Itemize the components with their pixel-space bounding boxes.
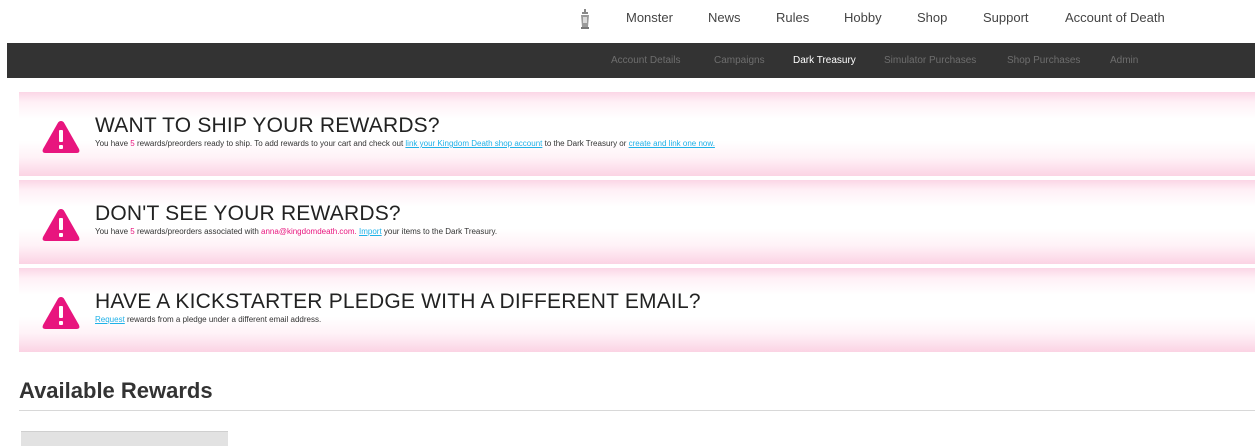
subnav-simulator-purchases[interactable]: Simulator Purchases: [884, 55, 976, 66]
warning-icon: [42, 121, 80, 153]
lantern-logo-icon[interactable]: [580, 9, 590, 29]
banner-message: You have 5 rewards/preorders associated …: [95, 227, 497, 236]
message-text: your items to the Dark Treasury.: [381, 227, 498, 236]
subnav-admin[interactable]: Admin: [1110, 55, 1138, 66]
subnav-dark-treasury[interactable]: Dark Treasury: [793, 55, 856, 66]
banner-title: WANT TO SHIP YOUR REWARDS?: [95, 114, 440, 137]
message-text: to the Dark Treasury or: [542, 139, 629, 148]
create-and-link-account-link[interactable]: create and link one now.: [629, 139, 715, 148]
import-link[interactable]: Import: [359, 227, 382, 236]
message-text: rewards/preorders associated with: [134, 227, 262, 236]
account-subnav: Account Details Campaigns Dark Treasury …: [7, 43, 1255, 78]
nav-news[interactable]: News: [708, 10, 741, 25]
subnav-account-details[interactable]: Account Details: [611, 55, 680, 66]
message-text: You have: [95, 139, 131, 148]
banner-title: HAVE A KICKSTARTER PLEDGE WITH A DIFFERE…: [95, 290, 701, 313]
ship-rewards-banner: WANT TO SHIP YOUR REWARDS? You have 5 re…: [19, 92, 1255, 176]
reward-card-image[interactable]: [21, 431, 228, 446]
top-navigation: Monster News Rules Hobby Shop Support Ac…: [0, 0, 1255, 43]
request-link[interactable]: Request: [95, 315, 125, 324]
available-rewards-heading: Available Rewards: [19, 378, 213, 403]
kickstarter-pledge-banner: HAVE A KICKSTARTER PLEDGE WITH A DIFFERE…: [19, 268, 1255, 352]
subnav-campaigns[interactable]: Campaigns: [714, 55, 765, 66]
account-email: anna@kingdomdeath.com.: [261, 227, 357, 236]
banner-message: You have 5 rewards/preorders ready to sh…: [95, 139, 715, 148]
missing-rewards-banner: DON'T SEE YOUR REWARDS? You have 5 rewar…: [19, 180, 1255, 264]
link-shop-account-link[interactable]: link your Kingdom Death shop account: [405, 139, 542, 148]
nav-shop[interactable]: Shop: [917, 10, 947, 25]
banner-message: Request rewards from a pledge under a di…: [95, 315, 321, 324]
warning-icon: [42, 209, 80, 241]
message-text: rewards/preorders ready to ship. To add …: [134, 139, 406, 148]
nav-support[interactable]: Support: [983, 10, 1029, 25]
nav-monster[interactable]: Monster: [626, 10, 673, 25]
subnav-shop-purchases[interactable]: Shop Purchases: [1007, 55, 1080, 66]
nav-account-of-death[interactable]: Account of Death: [1065, 10, 1165, 25]
nav-hobby[interactable]: Hobby: [844, 10, 882, 25]
warning-icon: [42, 297, 80, 329]
message-text: You have: [95, 227, 131, 236]
section-divider: [19, 410, 1255, 411]
nav-rules[interactable]: Rules: [776, 10, 809, 25]
message-text: rewards from a pledge under a different …: [124, 315, 322, 324]
banner-title: DON'T SEE YOUR REWARDS?: [95, 202, 401, 225]
